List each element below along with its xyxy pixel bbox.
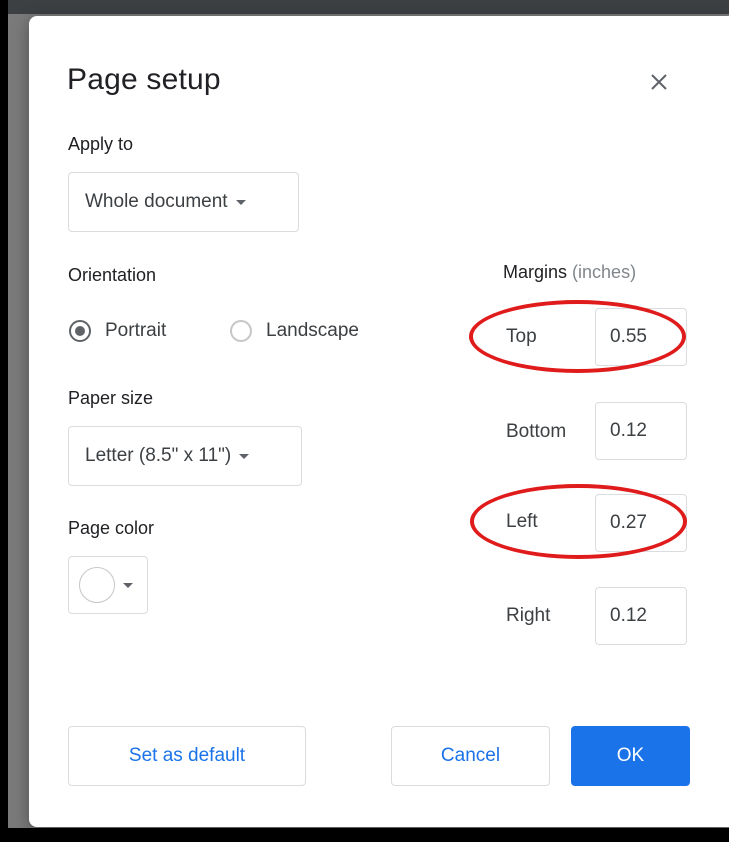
radio-selected-icon [69, 320, 91, 342]
orientation-landscape-radio[interactable]: Landscape [230, 320, 359, 342]
color-swatch [79, 567, 115, 603]
chevron-down-icon [239, 453, 250, 459]
page-color-picker[interactable] [68, 556, 148, 614]
close-icon [651, 74, 667, 90]
paper-size-dropdown[interactable]: Letter (8.5" x 11") [68, 426, 302, 486]
apply-to-dropdown[interactable]: Whole document [68, 172, 299, 232]
background-toolbar [8, 0, 729, 14]
margin-bottom-label: Bottom [506, 421, 567, 442]
close-button[interactable] [641, 64, 677, 100]
margins-heading: Margins (inches) [503, 262, 636, 283]
margin-left-label: Left [506, 511, 538, 532]
paper-size-label: Paper size [68, 388, 154, 408]
apply-to-value: Whole document [85, 191, 228, 212]
radio-unselected-icon [230, 320, 252, 342]
dialog-title: Page setup [67, 63, 221, 96]
margin-top-label: Top [506, 326, 537, 347]
orientation-portrait-radio[interactable]: Portrait [69, 320, 166, 342]
margin-right-input[interactable] [595, 587, 687, 645]
margin-top-input[interactable] [595, 308, 687, 366]
margins-label: Margins [503, 262, 568, 282]
chevron-down-icon [123, 582, 133, 588]
chevron-down-icon [235, 199, 246, 205]
ok-button[interactable]: OK [571, 726, 690, 786]
paper-size-value: Letter (8.5" x 11") [85, 445, 232, 466]
cancel-button[interactable]: Cancel [391, 726, 550, 786]
margin-right-label: Right [506, 605, 551, 626]
portrait-label: Portrait [105, 320, 167, 341]
page-setup-dialog: Page setup Apply to Whole document Orien… [29, 16, 729, 827]
margins-unit: (inches) [572, 262, 637, 282]
landscape-label: Landscape [266, 320, 359, 341]
margin-bottom-input[interactable] [595, 402, 687, 460]
apply-to-label: Apply to [68, 134, 134, 154]
set-as-default-button[interactable]: Set as default [68, 726, 306, 786]
page-color-label: Page color [68, 518, 155, 538]
margin-left-input[interactable] [595, 494, 687, 552]
orientation-label: Orientation [68, 265, 157, 285]
